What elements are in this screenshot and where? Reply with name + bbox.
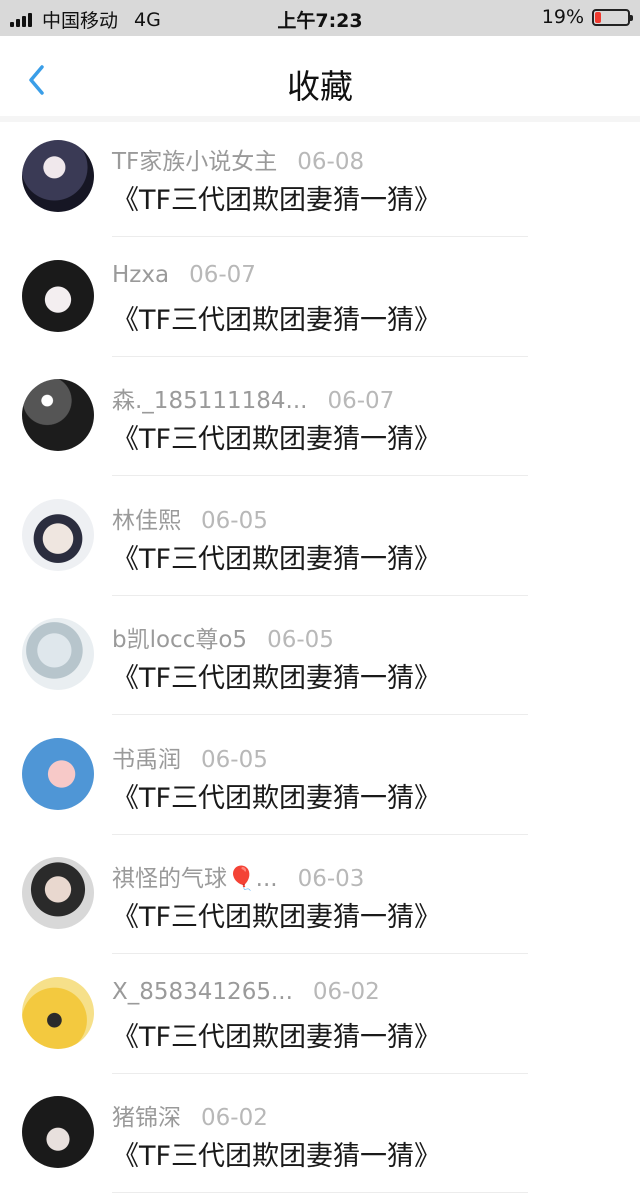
- item-date: 06-03: [297, 866, 365, 892]
- item-meta: b凯locc尊o5 06-05: [112, 620, 334, 654]
- item-date: 06-02: [312, 978, 380, 1005]
- battery-icon: [592, 8, 633, 26]
- item-title[interactable]: 《TF三代团欺团妻猜一猜》: [112, 1134, 441, 1173]
- divider: [112, 475, 528, 476]
- item-title[interactable]: 《TF三代团欺团妻猜一猜》: [112, 656, 441, 695]
- status-right: 19%: [541, 6, 633, 28]
- list-item[interactable]: 祺怪的气球🎈... 06-03 《TF三代团欺团妻猜一猜》: [0, 839, 640, 959]
- item-title[interactable]: 《TF三代团欺团妻猜一猜》: [112, 417, 441, 456]
- author-name[interactable]: 森._185111184...: [112, 388, 307, 414]
- item-date: 06-05: [201, 507, 268, 534]
- author-name[interactable]: 猪锦深: [112, 1105, 181, 1131]
- item-date: 06-08: [297, 149, 365, 175]
- item-meta: 书禹润 06-05: [112, 740, 268, 774]
- item-title[interactable]: 《TF三代团欺团妻猜一猜》: [112, 298, 441, 337]
- divider: [112, 953, 528, 954]
- list-item[interactable]: 林佳熙 06-05 《TF三代团欺团妻猜一猜》: [0, 481, 640, 601]
- divider: [112, 833, 528, 835]
- avatar[interactable]: [22, 379, 94, 451]
- battery-percent: 19%: [541, 6, 584, 28]
- item-title[interactable]: 《TF三代团欺团妻猜一猜》: [112, 895, 441, 934]
- author-name[interactable]: X_858341265...: [112, 979, 293, 1005]
- nav-bar: 收藏: [0, 36, 640, 116]
- list-item[interactable]: X_858341265... 06-02 《TF三代团欺团妻猜一猜》: [0, 959, 640, 1079]
- item-date: 06-07: [327, 388, 395, 414]
- status-bar: 中国移动 4G 上午7:23 19%: [0, 0, 640, 36]
- avatar[interactable]: [22, 857, 94, 929]
- item-title[interactable]: 《TF三代团欺团妻猜一猜》: [112, 1015, 441, 1054]
- avatar[interactable]: [22, 259, 94, 332]
- list-item[interactable]: TF家族小说女主 06-08 《TF三代团欺团妻猜一猜》: [0, 122, 640, 242]
- item-date: 06-05: [201, 746, 268, 773]
- author-name[interactable]: TF家族小说女主: [112, 149, 277, 175]
- author-name[interactable]: b凯locc尊o5: [112, 627, 247, 653]
- avatar[interactable]: [22, 140, 94, 212]
- item-meta: 森._185111184... 06-07: [112, 381, 394, 415]
- item-meta: TF家族小说女主 06-08: [112, 142, 364, 176]
- battery-level: [595, 11, 601, 23]
- item-meta: 猪锦深 06-02: [112, 1098, 268, 1132]
- avatar[interactable]: [22, 618, 94, 690]
- list-item[interactable]: b凯locc尊o5 06-05 《TF三代团欺团妻猜一猜》: [0, 600, 640, 720]
- list-item[interactable]: 书禹润 06-05 《TF三代团欺团妻猜一猜》: [0, 720, 640, 840]
- item-meta: Hzxa 06-07: [112, 262, 256, 288]
- avatar[interactable]: [22, 976, 94, 1049]
- favorites-list: TF家族小说女主 06-08 《TF三代团欺团妻猜一猜》 Hzxa 06-07 《TF三代…: [0, 122, 640, 1198]
- item-meta: X_858341265... 06-02: [112, 979, 380, 1005]
- divider: [112, 236, 528, 237]
- page-title: 收藏: [287, 67, 353, 106]
- avatar[interactable]: [22, 498, 94, 571]
- item-date: 06-05: [267, 627, 334, 653]
- list-item[interactable]: 森._185111184... 06-07 《TF三代团欺团妻猜一猜》: [0, 361, 640, 481]
- author-name[interactable]: Hzxa: [112, 262, 169, 288]
- item-meta: 祺怪的气球🎈... 06-03: [112, 859, 364, 893]
- item-title[interactable]: 《TF三代团欺团妻猜一猜》: [112, 178, 441, 217]
- divider: [112, 1192, 528, 1193]
- item-meta: 林佳熙 06-05: [112, 501, 268, 535]
- item-title[interactable]: 《TF三代团欺团妻猜一猜》: [112, 537, 441, 576]
- avatar[interactable]: [22, 1096, 94, 1168]
- divider: [112, 355, 528, 357]
- divider: [112, 594, 528, 596]
- avatar[interactable]: [22, 737, 94, 810]
- item-date: 06-02: [201, 1105, 268, 1131]
- divider: [112, 1072, 528, 1074]
- list-item[interactable]: 猪锦深 06-02 《TF三代团欺团妻猜一猜》: [0, 1078, 640, 1198]
- item-date: 06-07: [189, 261, 256, 288]
- author-name[interactable]: 林佳熙: [112, 508, 181, 534]
- author-name[interactable]: 书禹润: [112, 747, 181, 773]
- author-name[interactable]: 祺怪的气球🎈...: [112, 866, 278, 892]
- list-item[interactable]: Hzxa 06-07 《TF三代团欺团妻猜一猜》: [0, 242, 640, 362]
- item-title[interactable]: 《TF三代团欺团妻猜一猜》: [112, 776, 441, 815]
- divider: [112, 714, 528, 715]
